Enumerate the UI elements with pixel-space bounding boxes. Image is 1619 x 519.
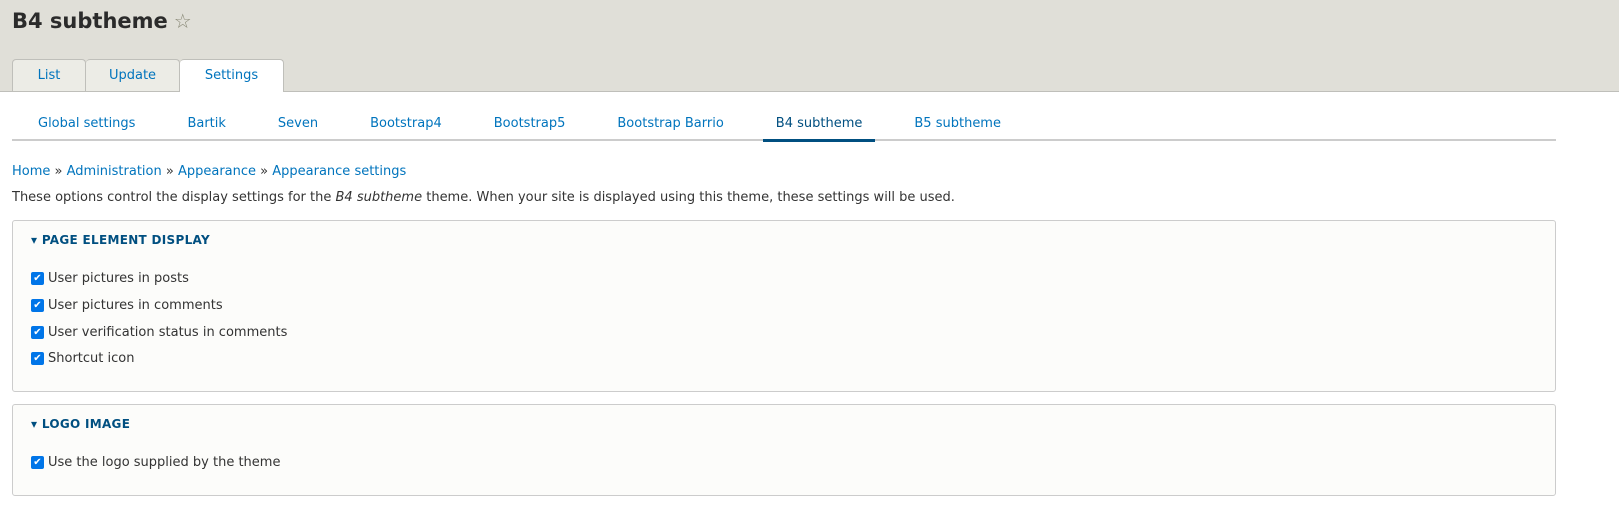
checkbox-checked-icon[interactable]: ✔ — [31, 299, 44, 312]
star-icon[interactable]: ☆ — [174, 9, 192, 33]
checkbox-checked-icon[interactable]: ✔ — [31, 326, 44, 339]
page-header: B4 subtheme ☆ List Update Settings — [0, 0, 1619, 92]
user-pictures-posts-checkbox[interactable]: ✔ User pictures in posts — [31, 271, 189, 286]
page-title: B4 subtheme ☆ — [12, 9, 192, 33]
tab-global-settings[interactable]: Global settings — [12, 108, 161, 139]
tab-b4-subtheme[interactable]: B4 subtheme — [762, 108, 876, 142]
breadcrumb: Home » Administration » Appearance » App… — [12, 164, 407, 179]
tab-bootstrap5[interactable]: Bootstrap5 — [468, 108, 592, 139]
page-element-display-fieldset: ▾ PAGE ELEMENT DISPLAY ✔ User pictures in… — [12, 220, 1556, 392]
logo-image-fieldset: ▾ LOGO IMAGE ✔ Use the logo supplied by t… — [12, 404, 1556, 496]
primary-tabs: List Update Settings — [12, 59, 284, 92]
user-verification-checkbox[interactable]: ✔ User verification status in comments — [31, 325, 287, 340]
page-element-display-toggle[interactable]: ▾ PAGE ELEMENT DISPLAY — [31, 233, 210, 247]
breadcrumb-appearance[interactable]: Appearance — [178, 164, 256, 179]
tab-settings[interactable]: Settings — [180, 59, 284, 92]
tab-b5-subtheme[interactable]: B5 subtheme — [888, 108, 1027, 139]
logo-image-toggle[interactable]: ▾ LOGO IMAGE — [31, 417, 130, 431]
tab-list[interactable]: List — [12, 59, 86, 91]
breadcrumb-appearance-settings[interactable]: Appearance settings — [272, 164, 406, 179]
page-description: These options control the display settin… — [12, 190, 955, 205]
tab-bootstrap4[interactable]: Bootstrap4 — [344, 108, 468, 139]
user-pictures-comments-checkbox[interactable]: ✔ User pictures in comments — [31, 298, 223, 313]
use-default-logo-checkbox[interactable]: ✔ Use the logo supplied by the theme — [31, 455, 280, 470]
tab-bootstrap-barrio[interactable]: Bootstrap Barrio — [591, 108, 749, 139]
secondary-tabs: Global settings Bartik Seven Bootstrap4 … — [12, 108, 1556, 142]
checkbox-checked-icon[interactable]: ✔ — [31, 272, 44, 285]
breadcrumb-home[interactable]: Home — [12, 164, 50, 179]
tab-bartik[interactable]: Bartik — [161, 108, 251, 139]
checkbox-checked-icon[interactable]: ✔ — [31, 352, 44, 365]
tab-seven[interactable]: Seven — [252, 108, 344, 139]
checkbox-checked-icon[interactable]: ✔ — [31, 456, 44, 469]
tab-update[interactable]: Update — [86, 59, 180, 91]
breadcrumb-administration[interactable]: Administration — [67, 164, 162, 179]
shortcut-icon-checkbox[interactable]: ✔ Shortcut icon — [31, 351, 134, 366]
